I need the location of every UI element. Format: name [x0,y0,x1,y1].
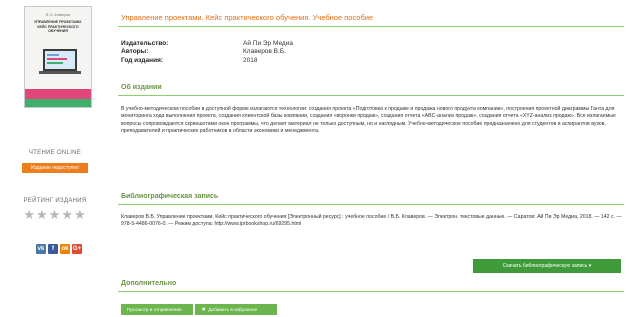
favorites-label: Добавить в избранное [208,307,258,312]
cover-author: В. Б. Клаверов [45,13,71,17]
cover-title: УПРАВЛЕНИЕ ПРОЕКТАМИ. КЕЙС ПРАКТИЧЕСКОГО… [34,20,82,33]
star-icon: ★ [201,307,207,313]
social-share: vk f ok G+ [36,244,82,254]
meta-row-publisher: Издательство: Ай Пи Эр Медиа [121,40,293,48]
extra-heading: Дополнительно [121,280,177,287]
meta-key: Год издания: [121,56,164,64]
meta-key: Издательство: [121,40,169,47]
add-to-favorites-button[interactable]: ★ Добавить в избранное [195,304,277,315]
google-plus-icon[interactable]: G+ [72,244,82,254]
rating-label: РЕЙТИНГ ИЗДАНИЯ [23,198,87,204]
about-heading: Об издании [121,84,162,91]
report-error-label: Просмотр и отправление [127,307,182,312]
meta-value[interactable]: Ай Пи Эр Медиа [243,40,293,48]
main-panel: Управление проектами. Кейс практического… [118,0,629,317]
cover-stripe-green [25,99,91,107]
rating-stars[interactable]: ★★★★★ [0,207,110,223]
about-text: В учебно-методическом пособии в доступно… [121,106,616,134]
meta-key: Авторы: [121,48,149,56]
book-title: Управление проектами. Кейс практического… [121,13,374,22]
download-citation-button[interactable]: Скачать библиографическую запись ▾ [473,259,621,273]
book-meta: Издательство: Ай Пи Эр Медиа Авторы: Кла… [121,40,293,65]
report-error-button[interactable]: Просмотр и отправление [121,304,193,315]
left-panel: В. Б. Клаверов УПРАВЛЕНИЕ ПРОЕКТАМИ. КЕЙ… [0,0,110,317]
biblio-heading: Библиографическая запись [121,193,219,200]
vk-icon[interactable]: vk [36,244,46,254]
divider [118,204,624,205]
divider [118,291,624,292]
meta-row-year: Год издания: 2018 [121,57,293,65]
cover-stripe-pink [25,89,91,99]
read-online-label[interactable]: ЧТЕНИЕ ONLINE [0,150,110,156]
meta-value: 2018 [243,56,258,64]
book-cover[interactable]: В. Б. Клаверов УПРАВЛЕНИЕ ПРОЕКТАМИ. КЕЙ… [24,6,92,108]
meta-row-authors: Авторы: Клаверов В.Б. [121,48,293,56]
divider [118,26,624,27]
biblio-text: Клаверов В.Б. Управление проектами. Кейс… [121,214,622,228]
meta-value[interactable]: Клаверов В.Б. [243,48,286,56]
divider [118,95,624,96]
facebook-icon[interactable]: f [48,244,58,254]
unavailable-button[interactable]: Издание недоступно [22,163,88,173]
cover-illustration-icon [39,49,81,74]
odnoklassniki-icon[interactable]: ok [60,244,70,254]
